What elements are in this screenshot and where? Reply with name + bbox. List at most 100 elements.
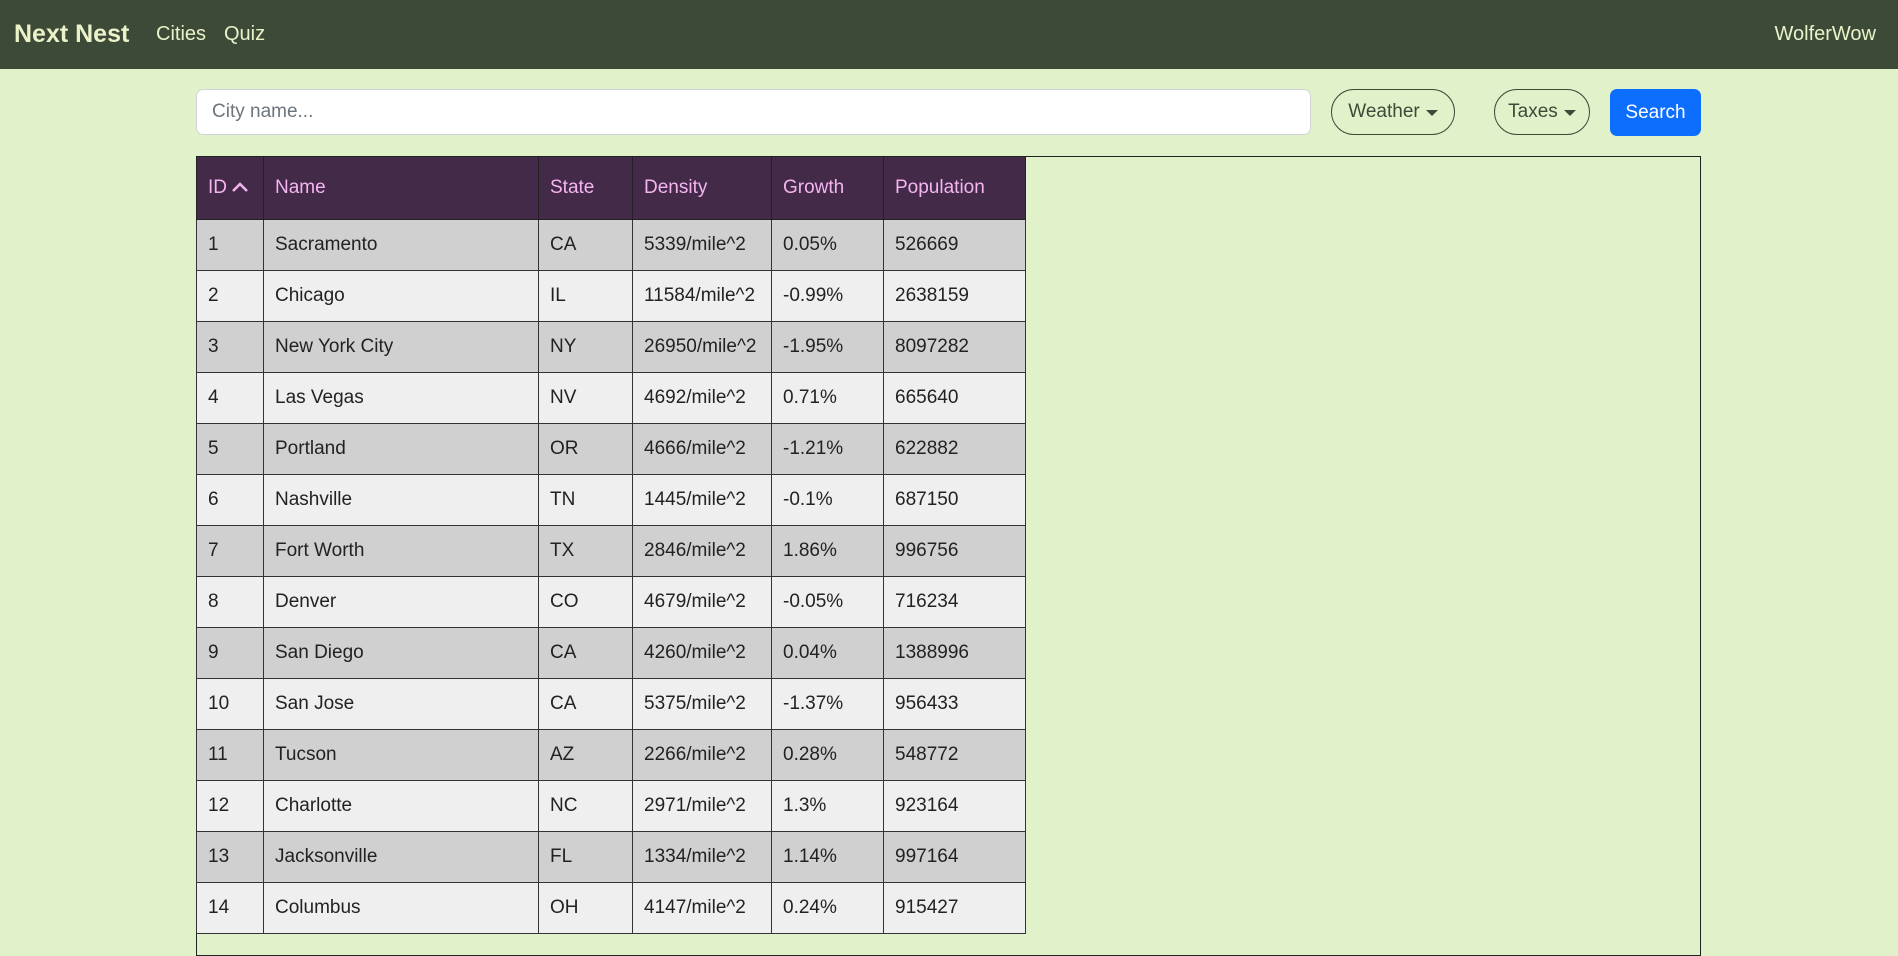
table-row[interactable]: 1 Sacramento CA 5339/mile^2 0.05% 526669	[196, 219, 1026, 271]
cell-population: 923164	[883, 780, 1026, 832]
cell-density: 4147/mile^2	[632, 882, 772, 934]
table-row[interactable]: 13 Jacksonville FL 1334/mile^2 1.14% 997164	[196, 831, 1026, 883]
cell-density: 4692/mile^2	[632, 372, 772, 424]
cell-state: CA	[538, 678, 633, 730]
cell-state: OR	[538, 423, 633, 475]
cell-growth: -1.37%	[771, 678, 884, 730]
cell-id: 14	[196, 882, 264, 934]
cell-population: 622882	[883, 423, 1026, 475]
table-row[interactable]: 2 Chicago IL 11584/mile^2 -0.99% 2638159	[196, 270, 1026, 322]
cell-name: Jacksonville	[263, 831, 539, 883]
caret-down-icon	[1563, 110, 1576, 116]
cell-id: 7	[196, 525, 264, 577]
cell-density: 26950/mile^2	[632, 321, 772, 373]
cell-name: Sacramento	[263, 219, 539, 271]
column-header-name[interactable]: Name	[263, 156, 539, 220]
cell-state: OH	[538, 882, 633, 934]
cell-state: NV	[538, 372, 633, 424]
table-body: 1 Sacramento CA 5339/mile^2 0.05% 526669 2 Chic…	[196, 219, 1026, 934]
cell-density: 5339/mile^2	[632, 219, 772, 271]
cities-table: ID Name State Density Growth Population …	[196, 156, 1026, 934]
cell-name: San Diego	[263, 627, 539, 679]
cell-population: 997164	[883, 831, 1026, 883]
cell-name: Tucson	[263, 729, 539, 781]
table-row[interactable]: 4 Las Vegas NV 4692/mile^2 0.71% 665640	[196, 372, 1026, 424]
cell-id: 1	[196, 219, 264, 271]
taxes-dropdown-button[interactable]: Taxes	[1494, 89, 1590, 135]
cell-id: 10	[196, 678, 264, 730]
cell-state: AZ	[538, 729, 633, 781]
cell-population: 8097282	[883, 321, 1026, 373]
cell-population: 687150	[883, 474, 1026, 526]
cell-growth: 1.14%	[771, 831, 884, 883]
cell-name: Chicago	[263, 270, 539, 322]
cell-population: 526669	[883, 219, 1026, 271]
cell-growth: 0.28%	[771, 729, 884, 781]
weather-dropdown-button[interactable]: Weather	[1331, 89, 1455, 135]
table-row[interactable]: 11 Tucson AZ 2266/mile^2 0.28% 548772	[196, 729, 1026, 781]
table-row[interactable]: 5 Portland OR 4666/mile^2 -1.21% 622882	[196, 423, 1026, 475]
table-row[interactable]: 6 Nashville TN 1445/mile^2 -0.1% 687150	[196, 474, 1026, 526]
cell-growth: 1.3%	[771, 780, 884, 832]
table-row[interactable]: 9 San Diego CA 4260/mile^2 0.04% 1388996	[196, 627, 1026, 679]
cell-population: 996756	[883, 525, 1026, 577]
cell-state: NY	[538, 321, 633, 373]
table-row[interactable]: 8 Denver CO 4679/mile^2 -0.05% 716234	[196, 576, 1026, 628]
cell-growth: -0.05%	[771, 576, 884, 628]
table-header-row: ID Name State Density Growth Population	[196, 156, 1026, 220]
column-header-growth[interactable]: Growth	[771, 156, 884, 220]
cell-population: 915427	[883, 882, 1026, 934]
table-row[interactable]: 7 Fort Worth TX 2846/mile^2 1.86% 996756	[196, 525, 1026, 577]
column-header-id[interactable]: ID	[196, 156, 264, 220]
cell-name: New York City	[263, 321, 539, 373]
table-row[interactable]: 3 New York City NY 26950/mile^2 -1.95% 809728…	[196, 321, 1026, 373]
cell-density: 4679/mile^2	[632, 576, 772, 628]
cell-density: 1445/mile^2	[632, 474, 772, 526]
navbar: Next Nest Cities Quiz WolferWow	[0, 0, 1898, 69]
brand-logo[interactable]: Next Nest	[14, 20, 129, 49]
cell-growth: -0.99%	[771, 270, 884, 322]
nav-link-quiz[interactable]: Quiz	[224, 23, 265, 46]
table-row[interactable]: 12 Charlotte NC 2971/mile^2 1.3% 923164	[196, 780, 1026, 832]
cell-density: 4666/mile^2	[632, 423, 772, 475]
cell-id: 8	[196, 576, 264, 628]
cell-density: 11584/mile^2	[632, 270, 772, 322]
nav-link-cities[interactable]: Cities	[156, 23, 206, 46]
cell-growth: -1.95%	[771, 321, 884, 373]
column-header-state[interactable]: State	[538, 156, 633, 220]
cell-density: 1334/mile^2	[632, 831, 772, 883]
cell-id: 12	[196, 780, 264, 832]
cell-state: CA	[538, 627, 633, 679]
cell-population: 665640	[883, 372, 1026, 424]
cell-state: CO	[538, 576, 633, 628]
cell-population: 548772	[883, 729, 1026, 781]
table-row[interactable]: 14 Columbus OH 4147/mile^2 0.24% 915427	[196, 882, 1026, 934]
cell-name: Portland	[263, 423, 539, 475]
cell-state: TN	[538, 474, 633, 526]
cell-growth: 0.05%	[771, 219, 884, 271]
cell-growth: 0.04%	[771, 627, 884, 679]
table-row[interactable]: 10 San Jose CA 5375/mile^2 -1.37% 956433	[196, 678, 1026, 730]
cell-growth: -1.21%	[771, 423, 884, 475]
cell-id: 11	[196, 729, 264, 781]
cell-id: 9	[196, 627, 264, 679]
cell-state: IL	[538, 270, 633, 322]
cell-state: CA	[538, 219, 633, 271]
city-search-input[interactable]	[196, 89, 1311, 135]
cell-density: 5375/mile^2	[632, 678, 772, 730]
cell-name: Fort Worth	[263, 525, 539, 577]
weather-dropdown-label: Weather	[1348, 101, 1420, 122]
cell-id: 4	[196, 372, 264, 424]
user-menu[interactable]: WolferWow	[1774, 23, 1876, 46]
cell-density: 4260/mile^2	[632, 627, 772, 679]
cell-density: 2971/mile^2	[632, 780, 772, 832]
column-header-density[interactable]: Density	[632, 156, 772, 220]
chevron-up-icon	[231, 177, 249, 199]
column-header-label: ID	[208, 177, 227, 198]
cell-state: NC	[538, 780, 633, 832]
cell-id: 13	[196, 831, 264, 883]
column-header-population[interactable]: Population	[883, 156, 1026, 220]
search-button[interactable]: Search	[1610, 89, 1701, 136]
cell-name: Nashville	[263, 474, 539, 526]
cell-name: Las Vegas	[263, 372, 539, 424]
